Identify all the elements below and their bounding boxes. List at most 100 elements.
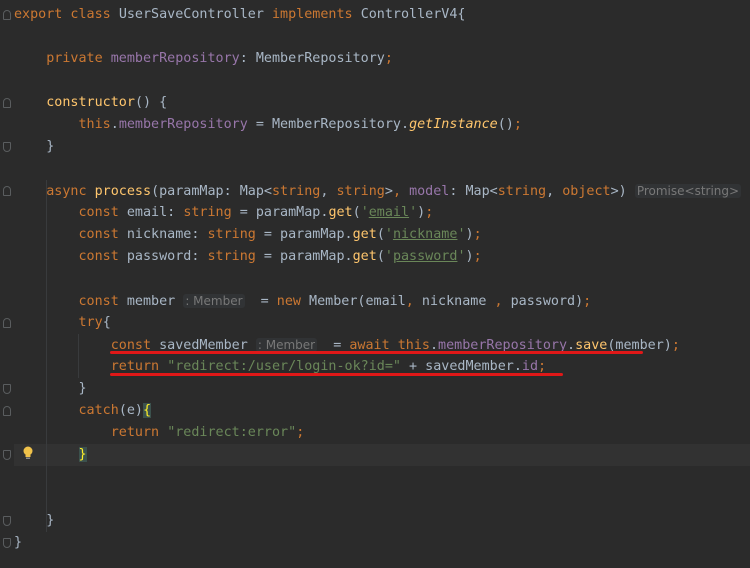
code-token: : Map<: [449, 184, 498, 199]
code-token: {: [143, 403, 152, 418]
code-line[interactable]: async process(paramMap: Map<string, stri…: [14, 180, 742, 202]
code-line[interactable]: private memberRepository: MemberReposito…: [14, 48, 393, 70]
code-token: = paramMap.: [255, 249, 353, 264]
code-token: ;: [296, 425, 305, 440]
code-line[interactable]: const email: string = paramMap.get('emai…: [14, 202, 434, 224]
code-token: this: [78, 117, 111, 132]
fold-marker-icon[interactable]: [3, 318, 11, 328]
code-token: }: [78, 447, 87, 462]
code-token: ): [417, 205, 426, 220]
code-token: getInstance: [409, 117, 498, 132]
code-token: ': [384, 227, 393, 242]
code-token: ;: [583, 294, 592, 309]
code-line[interactable]: }: [14, 510, 54, 532]
code-token: ': [384, 249, 393, 264]
code-token: member: [126, 294, 184, 309]
code-token: ': [409, 205, 418, 220]
code-token: () {: [134, 95, 168, 110]
type-hint: Promise<string>: [634, 184, 742, 198]
code-line[interactable]: this.memberRepository = MemberRepository…: [14, 114, 522, 136]
fold-marker-icon[interactable]: [3, 538, 11, 548]
fold-marker-icon[interactable]: [3, 98, 11, 108]
code-token: =: [244, 294, 277, 309]
code-token: ,: [405, 294, 422, 309]
code-line[interactable]: }: [14, 378, 87, 400]
red-annotation-underline: [110, 373, 563, 376]
code-token: password): [510, 294, 584, 309]
code-token: try: [78, 315, 103, 330]
code-token: ': [457, 227, 466, 242]
code-token: export class: [14, 7, 119, 22]
code-line[interactable]: }: [14, 136, 54, 158]
code-editor[interactable]: export class UserSaveController implemen…: [0, 0, 750, 568]
fold-marker-icon[interactable]: [3, 142, 11, 152]
fold-marker-icon[interactable]: [3, 450, 11, 460]
code-line[interactable]: }: [14, 532, 22, 554]
code-token: "redirect:error": [167, 425, 297, 440]
code-token: return: [110, 359, 168, 374]
code-token: string: [497, 184, 547, 199]
code-token: memberRepository: [118, 117, 248, 132]
code-line[interactable]: const nickname: string = paramMap.get('n…: [14, 224, 482, 246]
code-line[interactable]: return "redirect:error";: [14, 422, 305, 444]
code-token: nickname: [421, 294, 495, 309]
code-token: (: [352, 205, 361, 220]
fold-marker-icon[interactable]: [3, 406, 11, 416]
code-token: }: [14, 535, 23, 550]
code-line[interactable]: const member : Member = new Member(email…: [14, 290, 591, 312]
code-token: ;: [473, 227, 482, 242]
code-token: process: [94, 184, 152, 199]
code-token: id: [521, 359, 539, 374]
code-token: return: [110, 425, 168, 440]
code-token: get: [328, 205, 353, 220]
code-token: ;: [513, 117, 522, 132]
code-line[interactable]: catch(e){: [14, 400, 152, 422]
code-token: email:: [126, 205, 184, 220]
code-token: Member(email: [309, 294, 406, 309]
code-token: password:: [126, 249, 208, 264]
code-line[interactable]: const password: string = paramMap.get('p…: [14, 246, 482, 268]
code-token: string: [183, 205, 232, 220]
fold-marker-icon[interactable]: [3, 384, 11, 394]
code-token: ': [360, 205, 369, 220]
caret-line-highlight: [14, 444, 750, 466]
fold-marker-icon[interactable]: [3, 10, 11, 20]
code-line[interactable]: try{: [14, 312, 111, 334]
code-token: (: [376, 227, 385, 242]
code-token: = paramMap.: [231, 205, 329, 220]
code-token: (: [376, 249, 385, 264]
code-token: ': [457, 249, 466, 264]
code-token: ;: [473, 249, 482, 264]
code-token: password: [392, 249, 458, 264]
code-token: }: [14, 381, 87, 396]
code-token: memberRepository: [110, 51, 240, 66]
type-hint: : Member: [183, 294, 245, 308]
code-token: ,: [320, 184, 337, 199]
code-token: ): [465, 249, 474, 264]
code-line[interactable]: export class UserSaveController implemen…: [14, 4, 466, 26]
code-token: new: [276, 294, 310, 309]
code-token: private: [46, 51, 111, 66]
code-token: const: [78, 294, 127, 309]
code-token: object: [562, 184, 611, 199]
fold-marker-icon[interactable]: [3, 186, 11, 196]
code-token: >: [384, 184, 393, 199]
code-token: nickname: [392, 227, 458, 242]
code-token: get: [352, 227, 377, 242]
lightbulb-icon[interactable]: [22, 446, 34, 460]
code-token: = paramMap.: [255, 227, 353, 242]
code-token: + savedMember.: [400, 359, 522, 374]
code-token: string: [336, 184, 385, 199]
fold-marker-icon[interactable]: [3, 516, 11, 526]
red-annotation-underline: [110, 351, 643, 354]
code-token: = MemberRepository.: [247, 117, 410, 132]
code-line[interactable]: constructor() {: [14, 92, 167, 114]
code-token: ;: [384, 51, 393, 66]
